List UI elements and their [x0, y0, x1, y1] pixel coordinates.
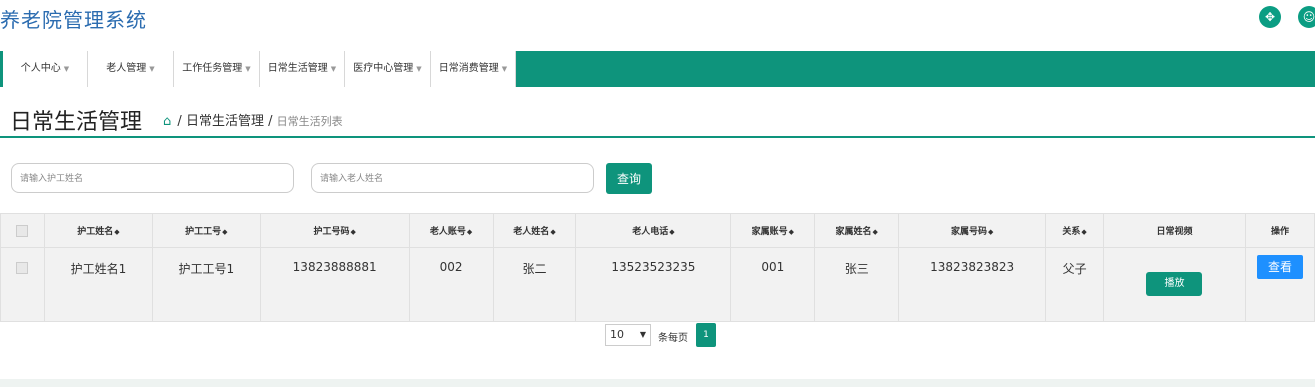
- cell-nurse-name: 护工姓名1: [43, 247, 153, 322]
- cell-family-name: 张三: [814, 247, 900, 322]
- cell-elder-account: 002: [408, 247, 494, 322]
- chevron-down-icon: ▼: [501, 65, 508, 73]
- daily-life-table: 护工姓名◆ 护工工号◆ 护工号码◆ 老人账号◆ 老人姓名◆ 老人电话◆ 家属账号…: [0, 213, 1315, 322]
- page-button-current[interactable]: 1: [696, 323, 716, 347]
- page-size-select[interactable]: 10 ▼: [605, 324, 651, 346]
- page-title: 日常生活管理: [10, 110, 143, 135]
- sort-icon: ◆: [550, 228, 556, 236]
- column-header-nurse-name[interactable]: 护工姓名◆: [43, 213, 153, 248]
- cell-action: 查看: [1244, 247, 1315, 322]
- column-header-action: 操作: [1244, 213, 1315, 248]
- breadcrumb: ⌂ / 日常生活管理 / 日常生活列表: [163, 110, 343, 129]
- main-nav: 个人中心 ▼ 老人管理 ▼ 工作任务管理 ▼ 日常生活管理 ▼ 医疗中心管理 ▼ 日常消费…: [0, 51, 1315, 87]
- cell-family-account: 001: [730, 247, 816, 322]
- view-button[interactable]: 查看: [1256, 255, 1303, 279]
- app-title: 养老院管理系统: [0, 8, 147, 32]
- breadcrumb-section[interactable]: 日常生活管理: [186, 114, 264, 129]
- sort-icon: ◆: [1081, 228, 1087, 236]
- nav-item-label: 个人中心: [20, 63, 61, 74]
- bottom-bar: [0, 379, 1315, 387]
- nav-item-label: 工作任务管理: [182, 63, 243, 74]
- per-page-label: 条每页: [658, 333, 688, 344]
- page-size-value: 10: [610, 328, 624, 341]
- sort-icon: ◆: [222, 228, 228, 236]
- column-header-family-name[interactable]: 家属姓名◆: [814, 213, 900, 248]
- column-header-elder-account[interactable]: 老人账号◆: [408, 213, 494, 248]
- sort-icon: ◆: [466, 228, 473, 236]
- user-icon[interactable]: ☺: [1298, 6, 1315, 28]
- chevron-down-icon: ▼: [245, 65, 251, 73]
- chevron-down-icon: ▼: [63, 65, 70, 73]
- nav-item-task-management[interactable]: 工作任务管理 ▼: [174, 51, 260, 87]
- elder-name-search-input[interactable]: [311, 163, 594, 193]
- breadcrumb-separator: /: [177, 114, 182, 129]
- sort-icon: ◆: [669, 228, 675, 236]
- nav-item-label: 医疗中心管理: [353, 63, 414, 74]
- nav-item-personal-center[interactable]: 个人中心 ▼: [3, 51, 88, 87]
- column-header-relation[interactable]: 关系◆: [1045, 213, 1105, 248]
- column-header-nurse-phone[interactable]: 护工号码◆: [259, 213, 410, 248]
- nav-item-elder-management[interactable]: 老人管理 ▼: [88, 51, 174, 87]
- query-button[interactable]: 查询: [606, 163, 652, 194]
- nav-item-daily-expense[interactable]: 日常消费管理 ▼: [431, 51, 516, 87]
- nav-item-medical-center[interactable]: 医疗中心管理 ▼: [345, 51, 431, 87]
- sort-icon: ◆: [114, 228, 120, 236]
- title-divider: [0, 136, 1315, 138]
- table-row: 护工姓名1 护工工号1 13823888881 002 张二 135235232…: [0, 247, 1315, 322]
- table-header-row: 护工姓名◆ 护工工号◆ 护工号码◆ 老人账号◆ 老人姓名◆ 老人电话◆ 家属账号…: [0, 213, 1315, 248]
- cell-relation: 父子: [1045, 247, 1105, 322]
- chevron-down-icon: ▼: [330, 65, 337, 73]
- sort-icon: ◆: [987, 228, 994, 236]
- nav-item-daily-life-management[interactable]: 日常生活管理 ▼: [260, 51, 345, 87]
- home-icon[interactable]: ⌂: [163, 114, 171, 129]
- column-header-daily-video: 日常视频: [1103, 213, 1246, 248]
- cell-daily-video: 播放: [1103, 247, 1246, 322]
- cell-family-phone: 13823823823: [898, 247, 1047, 322]
- cell-nurse-phone: 13823888881: [259, 247, 410, 322]
- chevron-down-icon: ▼: [149, 65, 155, 73]
- nav-item-label: 日常生活管理: [267, 63, 328, 74]
- breadcrumb-separator: /: [268, 114, 273, 129]
- nav-item-label: 日常消费管理: [438, 63, 499, 74]
- column-header-nurse-id[interactable]: 护工工号◆: [151, 213, 261, 248]
- expand-icon[interactable]: ✥: [1259, 6, 1281, 28]
- cell-elder-name: 张二: [492, 247, 577, 322]
- nurse-name-search-input[interactable]: [11, 163, 294, 193]
- column-header-elder-phone[interactable]: 老人电话◆: [575, 213, 732, 248]
- cell-nurse-id: 护工工号1: [151, 247, 261, 322]
- chevron-down-icon: ▼: [639, 330, 646, 339]
- select-all-checkbox[interactable]: [0, 213, 45, 248]
- column-header-family-account[interactable]: 家属账号◆: [730, 213, 816, 248]
- chevron-down-icon: ▼: [416, 65, 422, 73]
- breadcrumb-current: 日常生活列表: [276, 115, 343, 128]
- sort-icon: ◆: [788, 228, 795, 236]
- row-checkbox[interactable]: [0, 247, 45, 322]
- cell-elder-phone: 13523523235: [575, 247, 732, 322]
- play-video-button[interactable]: 播放: [1146, 272, 1203, 296]
- column-header-family-phone[interactable]: 家属号码◆: [898, 213, 1047, 248]
- sort-icon: ◆: [350, 228, 356, 236]
- nav-item-label: 老人管理: [106, 63, 147, 74]
- column-header-elder-name[interactable]: 老人姓名◆: [492, 213, 577, 248]
- sort-icon: ◆: [872, 228, 878, 236]
- top-bar: 养老院管理系统 ✥ ☺: [0, 0, 1315, 36]
